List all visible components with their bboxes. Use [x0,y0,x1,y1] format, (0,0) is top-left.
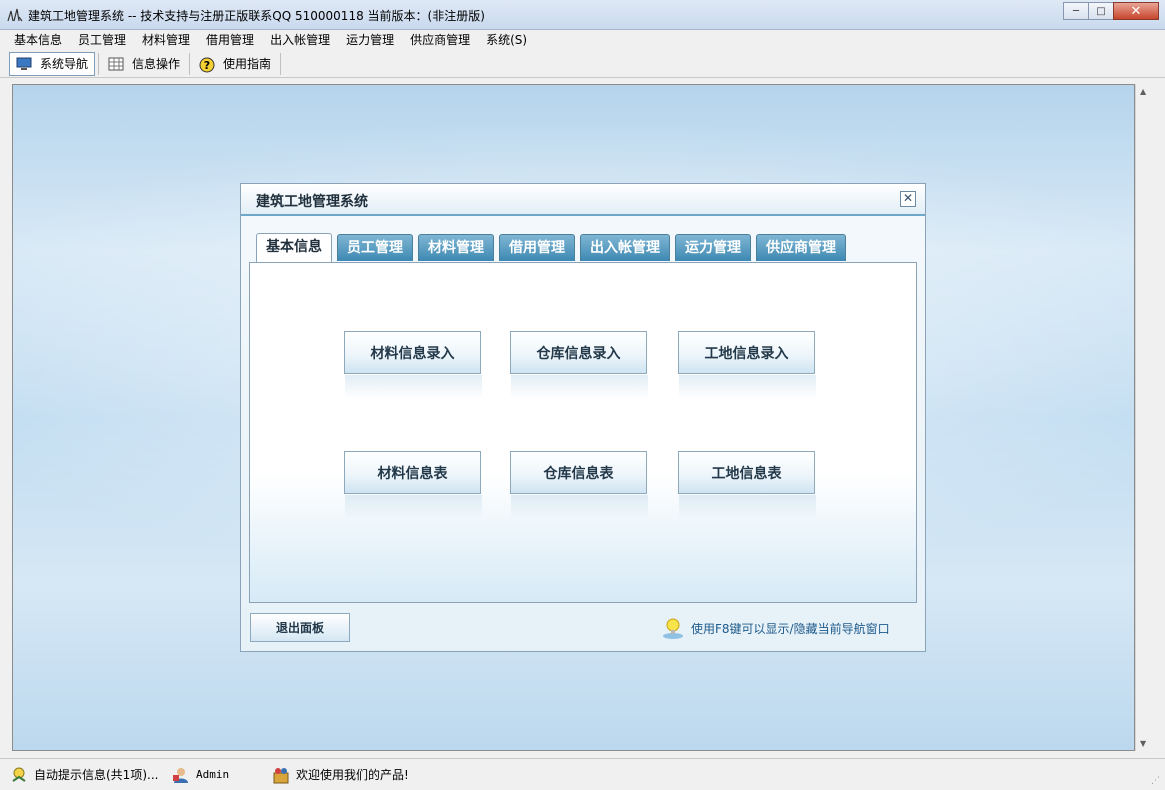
maximize-icon: □ [1096,5,1106,17]
minimize-icon: ─ [1072,5,1080,17]
toolbar-separator [98,52,100,75]
svg-text:?: ? [204,59,210,72]
status-notice-text: 自动提示信息(共1项)... [34,768,159,782]
grid-icon [108,57,124,71]
toolbar: 系统导航 信息操作 ? 使用指南 [0,50,1165,78]
dialog-tabs: 基本信息 员工管理 材料管理 借用管理 出入帐管理 运力管理 供应商管理 [256,233,851,262]
window-controls: ─ □ ✕ [1063,2,1159,22]
scroll-up-icon[interactable]: ▲ [1140,87,1146,96]
status-user: Admin [166,764,266,786]
notice-icon [10,766,28,784]
lightbulb-icon [661,616,685,640]
close-window-button[interactable]: ✕ [1113,2,1159,20]
warehouse-table-button[interactable]: 仓库信息表 [510,451,648,519]
toolbar-guide-label: 使用指南 [223,57,272,71]
menu-accounts[interactable]: 出入帐管理 [262,30,338,50]
tab-accounts[interactable]: 出入帐管理 [580,234,670,261]
status-notice[interactable]: 自动提示信息(共1项)... [0,764,166,786]
close-icon: ✕ [902,191,914,205]
toolbar-info-ops-label: 信息操作 [132,57,181,71]
minimize-button[interactable]: ─ [1063,2,1089,20]
material-entry-button[interactable]: 材料信息录入 [344,331,482,399]
toolbar-separator [280,52,282,75]
tab-staff[interactable]: 员工管理 [337,234,413,261]
tab-borrowing[interactable]: 借用管理 [499,234,575,261]
monitor-icon [16,57,32,71]
toolbar-guide-button[interactable]: ? 使用指南 [193,52,277,76]
warehouse-entry-button[interactable]: 仓库信息录入 [510,331,648,399]
menu-materials[interactable]: 材料管理 [134,30,198,50]
product-icon [272,766,290,784]
toolbar-separator [189,52,191,75]
scroll-down-icon[interactable]: ▼ [1140,739,1146,748]
tab-panel: 材料信息录入 仓库信息录入 工地信息录入 材料信息表 仓库信息表 工地信息表 [249,262,917,603]
site-entry-button[interactable]: 工地信息录入 [678,331,816,399]
site-table-button[interactable]: 工地信息表 [678,451,816,519]
dialog-header: 建筑工地管理系统 ✕ [241,184,925,216]
status-bar: 自动提示信息(共1项)... Admin 欢迎使用我们的产品! ⋰ [0,758,1165,790]
toolbar-navigation-button[interactable]: 系统导航 [9,51,96,76]
toolbar-info-ops-button[interactable]: 信息操作 [102,52,186,76]
tab-basic-info[interactable]: 基本信息 [256,233,332,262]
menu-transport[interactable]: 运力管理 [338,30,402,50]
menu-suppliers[interactable]: 供应商管理 [402,30,478,50]
title-bar: 建筑工地管理系统 -- 技术支持与注册正版联系QQ 510000118 当前版本… [0,0,1165,30]
menu-borrowing[interactable]: 借用管理 [198,30,262,50]
hint-text: 使用F8键可以显示/隐藏当前导航窗口 [691,621,890,636]
status-welcome-text: 欢迎使用我们的产品! [296,768,409,782]
hint: 使用F8键可以显示/隐藏当前导航窗口 [661,616,911,640]
tab-materials[interactable]: 材料管理 [418,234,494,261]
menu-staff[interactable]: 员工管理 [70,30,134,50]
window-title: 建筑工地管理系统 -- 技术支持与注册正版联系QQ 510000118 当前版本… [28,9,485,23]
toolbar-navigation-label: 系统导航 [40,57,89,71]
maximize-button[interactable]: □ [1088,2,1114,20]
app-icon [7,7,23,23]
navigation-dialog: 建筑工地管理系统 ✕ 基本信息 员工管理 材料管理 借用管理 出入帐管理 运力管… [240,183,926,652]
dialog-title: 建筑工地管理系统 [256,194,368,210]
close-icon: ✕ [1130,3,1142,19]
vertical-scrollbar[interactable]: ▲ ▼ [1135,84,1152,751]
resize-grip-icon[interactable]: ⋰ [1151,776,1163,788]
status-user-text: Admin [196,768,230,781]
menu-basic-info[interactable]: 基本信息 [6,30,70,50]
exit-panel-button[interactable]: 退出面板 [250,613,350,642]
status-welcome: 欢迎使用我们的产品! [266,764,415,786]
tab-transport[interactable]: 运力管理 [675,234,751,261]
user-icon [172,766,190,784]
menu-bar: 基本信息 员工管理 材料管理 借用管理 出入帐管理 运力管理 供应商管理 系统(… [0,30,1165,50]
tab-suppliers[interactable]: 供应商管理 [756,234,846,261]
menu-system[interactable]: 系统(S) [478,30,535,50]
material-table-button[interactable]: 材料信息表 [344,451,482,519]
dialog-close-button[interactable]: ✕ [900,191,916,207]
help-icon: ? [199,57,215,72]
